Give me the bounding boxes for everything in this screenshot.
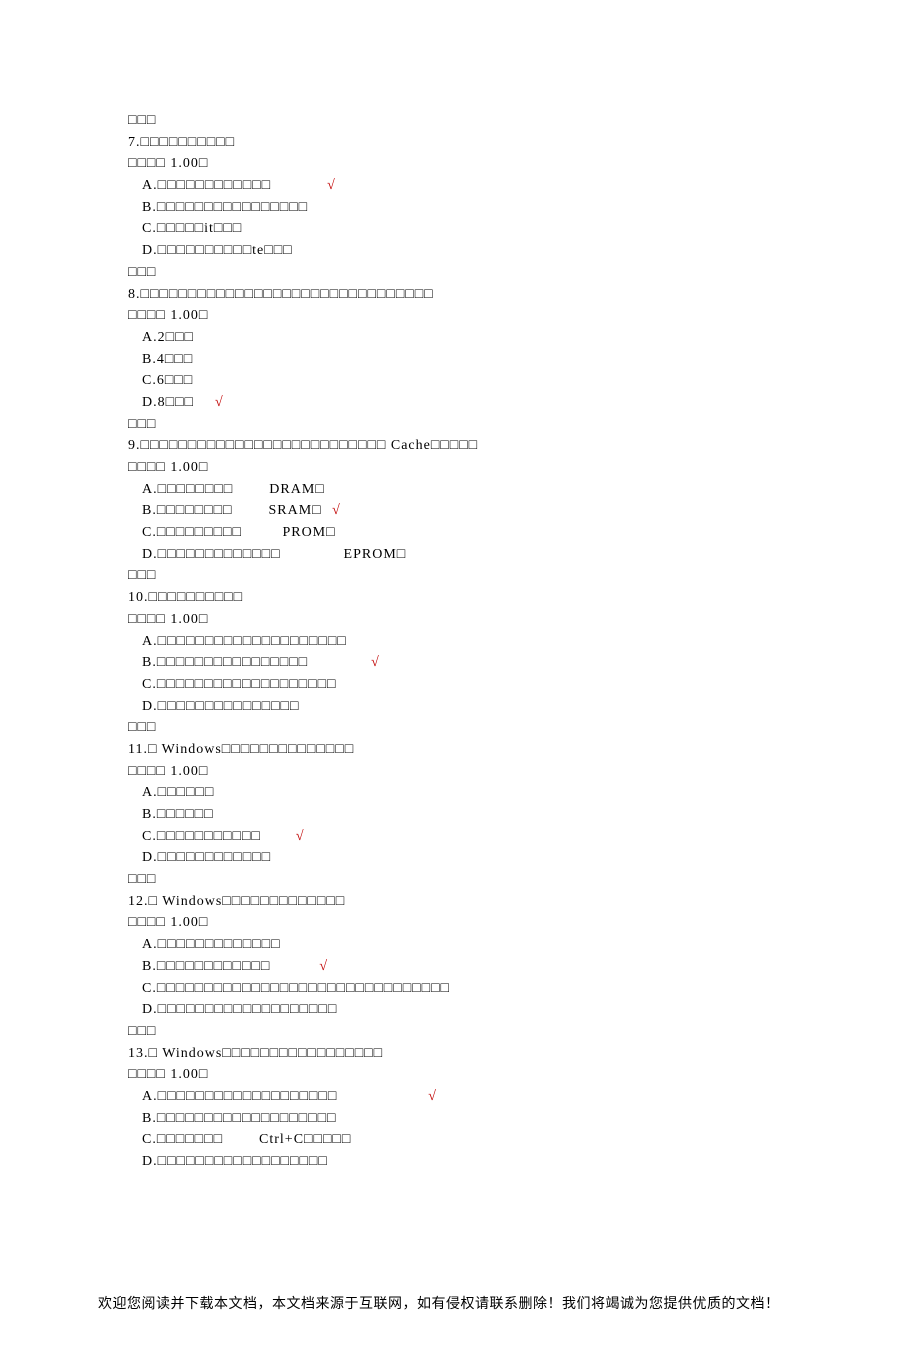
- question-block: □□□7.□□□□□□□□□□□□□□ 1.00□A.□□□□□□□□□□□□ …: [128, 110, 860, 262]
- option-text: C.□□□□□it□□□: [142, 218, 242, 240]
- question-option: A.□□□□□□□□□□□□□: [128, 934, 860, 956]
- page-container: □□□7.□□□□□□□□□□□□□□ 1.00□A.□□□□□□□□□□□□ …: [0, 0, 920, 1354]
- question-block: □□□10.□□□□□□□□□□□□□□ 1.00□A.□□□□□□□□□□□□…: [128, 565, 860, 717]
- question-option: B.□□□□□□: [128, 804, 860, 826]
- question-option: C.□□□□□□□ Ctrl+C□□□□□: [128, 1129, 860, 1151]
- question-option: D.□□□□□□□□□□te□□□: [128, 240, 860, 262]
- option-text: C.6□□□: [142, 370, 193, 392]
- question-prelude: □□□: [128, 565, 860, 587]
- question-score: □□□□ 1.00□: [128, 609, 860, 631]
- question-option: B.4□□□: [128, 349, 860, 371]
- question-option: C.□□□□□□□□□□□ √: [128, 826, 860, 848]
- question-score: □□□□ 1.00□: [128, 912, 860, 934]
- question-option: D.□□□□□□□□□□□□□□□: [128, 696, 860, 718]
- option-text: A.□□□□□□□□□□□□: [142, 175, 271, 197]
- question-option: D.□□□□□□□□□□□□□ EPROM□: [128, 544, 860, 566]
- option-text: A.□□□□□□□□ DRAM□: [142, 479, 325, 501]
- question-score: □□□□ 1.00□: [128, 761, 860, 783]
- question-score: □□□□ 1.00□: [128, 457, 860, 479]
- option-text: D.□□□□□□□□□□□□□ EPROM□: [142, 544, 406, 566]
- question-option: A.□□□□□□: [128, 782, 860, 804]
- question-option: C.□□□□□it□□□: [128, 218, 860, 240]
- option-text: C.□□□□□□□□□ PROM□: [142, 522, 336, 544]
- question-prelude: □□□: [128, 262, 860, 284]
- question-block: □□□11.□ Windows□□□□□□□□□□□□□□□□□□ 1.00□A…: [128, 717, 860, 869]
- option-text: D.□□□□□□□□□□te□□□: [142, 240, 293, 262]
- option-text: B.□□□□□□□□□□□□□□□□□□□: [142, 1108, 337, 1130]
- question-option: C.□□□□□□□□□□□□□□□□□□□□□□□□□□□□□□□: [128, 978, 860, 1000]
- question-option: A.□□□□□□□□□□□□□□□□□□□□: [128, 631, 860, 653]
- question-option: C.□□□□□□□□□ PROM□: [128, 522, 860, 544]
- option-text: C.□□□□□□□□□□□: [142, 826, 261, 848]
- check-mark-icon: √: [322, 500, 340, 522]
- option-text: A.□□□□□□□□□□□□□□□□□□□□: [142, 631, 347, 653]
- question-option: A.2□□□: [128, 327, 860, 349]
- option-text: B.□□□□□□□□□□□□□□□□: [142, 652, 308, 674]
- check-mark-icon: √: [261, 826, 304, 848]
- question-prelude: □□□: [128, 1021, 860, 1043]
- question-stem: 8.□□□□□□□□□□□□□□□□□□□□□□□□□□□□□□□: [128, 284, 860, 306]
- option-text: C.□□□□□□□□□□□□□□□□□□□□□□□□□□□□□□□: [142, 978, 450, 1000]
- question-block: □□□9.□□□□□□□□□□□□□□□□□□□□□□□□□□ Cache□□□…: [128, 414, 860, 566]
- footer-text: 欢迎您阅读并下载本文档，本文档来源于互联网，如有侵权请联系删除！我们将竭诚为您提…: [98, 1293, 860, 1315]
- option-text: D.□□□□□□□□□□□□□□□□□□: [142, 1151, 328, 1173]
- option-text: A.□□□□□□□□□□□□□□□□□□□: [142, 1086, 337, 1108]
- question-stem: 13.□ Windows□□□□□□□□□□□□□□□□□: [128, 1043, 860, 1065]
- question-option: D.8□□□ √: [128, 392, 860, 414]
- option-text: B.□□□□□□□□□□□□: [142, 956, 270, 978]
- option-text: B.□□□□□□□□ SRAM□: [142, 500, 322, 522]
- question-option: B.□□□□□□□□□□□□□□□□□□□: [128, 1108, 860, 1130]
- question-block: □□□12.□ Windows□□□□□□□□□□□□□□□□□ 1.00□A.…: [128, 869, 860, 1021]
- option-text: D.□□□□□□□□□□□□□□□: [142, 696, 299, 718]
- question-stem: 7.□□□□□□□□□□: [128, 132, 860, 154]
- question-prelude: □□□: [128, 110, 860, 132]
- option-text: B.4□□□: [142, 349, 193, 371]
- check-mark-icon: √: [270, 956, 327, 978]
- question-option: A.□□□□□□□□□□□□ √: [128, 175, 860, 197]
- question-prelude: □□□: [128, 414, 860, 436]
- question-option: B.□□□□□□□□□□□□□□□□ √: [128, 652, 860, 674]
- question-option: B.□□□□□□□□□□□□□□□□: [128, 197, 860, 219]
- check-mark-icon: √: [271, 175, 335, 197]
- option-text: D.8□□□: [142, 392, 194, 414]
- question-score: □□□□ 1.00□: [128, 1064, 860, 1086]
- question-option: C.6□□□: [128, 370, 860, 392]
- option-text: A.□□□□□□: [142, 782, 214, 804]
- question-score: □□□□ 1.00□: [128, 153, 860, 175]
- option-text: A.2□□□: [142, 327, 194, 349]
- question-option: D.□□□□□□□□□□□□: [128, 847, 860, 869]
- check-mark-icon: √: [337, 1086, 436, 1108]
- question-stem: 9.□□□□□□□□□□□□□□□□□□□□□□□□□□ Cache□□□□□: [128, 435, 860, 457]
- questions-list: □□□7.□□□□□□□□□□□□□□ 1.00□A.□□□□□□□□□□□□ …: [128, 110, 860, 1173]
- option-text: C.□□□□□□□ Ctrl+C□□□□□: [142, 1129, 351, 1151]
- option-text: D.□□□□□□□□□□□□: [142, 847, 271, 869]
- question-option: C.□□□□□□□□□□□□□□□□□□□: [128, 674, 860, 696]
- question-stem: 12.□ Windows□□□□□□□□□□□□□: [128, 891, 860, 913]
- question-block: □□□13.□ Windows□□□□□□□□□□□□□□□□□□□□□ 1.0…: [128, 1021, 860, 1173]
- check-mark-icon: √: [194, 392, 223, 414]
- question-prelude: □□□: [128, 869, 860, 891]
- question-score: □□□□ 1.00□: [128, 305, 860, 327]
- question-stem: 10.□□□□□□□□□□: [128, 587, 860, 609]
- option-text: A.□□□□□□□□□□□□□: [142, 934, 281, 956]
- option-text: B.□□□□□□□□□□□□□□□□: [142, 197, 308, 219]
- question-prelude: □□□: [128, 717, 860, 739]
- question-option: D.□□□□□□□□□□□□□□□□□□: [128, 1151, 860, 1173]
- question-option: A.□□□□□□□□□□□□□□□□□□□ √: [128, 1086, 860, 1108]
- question-option: B.□□□□□□□□ SRAM□ √: [128, 500, 860, 522]
- option-text: D.□□□□□□□□□□□□□□□□□□□: [142, 999, 337, 1021]
- option-text: C.□□□□□□□□□□□□□□□□□□□: [142, 674, 337, 696]
- question-option: D.□□□□□□□□□□□□□□□□□□□: [128, 999, 860, 1021]
- question-option: A.□□□□□□□□ DRAM□: [128, 479, 860, 501]
- question-block: □□□8.□□□□□□□□□□□□□□□□□□□□□□□□□□□□□□□□□□□…: [128, 262, 860, 414]
- question-stem: 11.□ Windows□□□□□□□□□□□□□□: [128, 739, 860, 761]
- option-text: B.□□□□□□: [142, 804, 214, 826]
- question-option: B.□□□□□□□□□□□□ √: [128, 956, 860, 978]
- check-mark-icon: √: [308, 652, 379, 674]
